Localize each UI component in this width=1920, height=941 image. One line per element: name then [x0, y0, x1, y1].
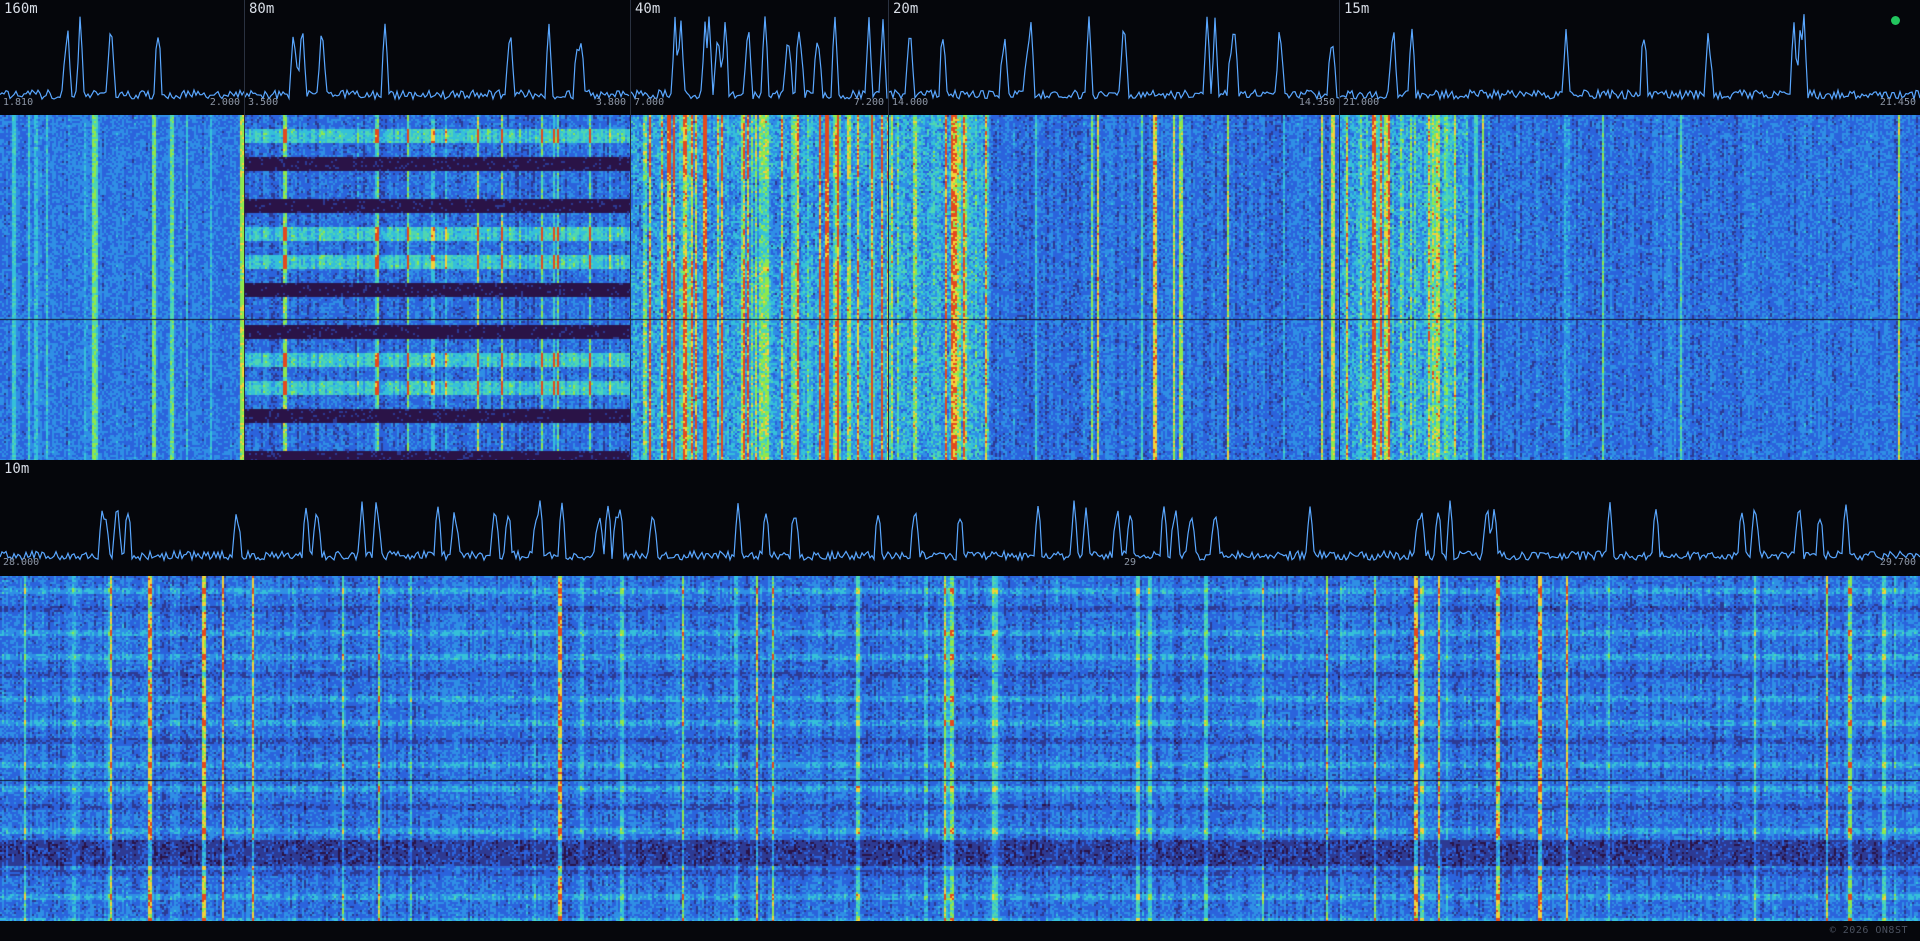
band-label: 10m — [4, 461, 30, 477]
spectrum-trace — [0, 16, 244, 101]
freq-end-label: 29.700 — [1879, 557, 1916, 568]
spectrum-trace — [631, 16, 888, 101]
spectrum-plot — [245, 0, 630, 115]
band-panel-160m[interactable]: 160m 1.810 2.000 — [0, 0, 245, 460]
band-label: 15m — [1344, 1, 1370, 17]
freq-start-label: 7.000 — [634, 97, 665, 108]
waterfall — [1340, 115, 1920, 460]
waterfall — [0, 115, 244, 460]
band-label: 80m — [249, 1, 275, 17]
freq-start-label: 28.000 — [3, 557, 40, 568]
waterfall-app: 160m 1.810 2.000 80m 3.500 3.800 40m 7.0… — [0, 0, 1920, 941]
waterfall — [245, 115, 630, 460]
spectrum-trace — [0, 500, 1920, 563]
freq-end-label: 14.350 — [1298, 97, 1335, 108]
band-panel-20m[interactable]: 20m 14.000 14.350 — [889, 0, 1340, 460]
spectrum-plot — [889, 0, 1339, 115]
spectrum-plot — [631, 0, 888, 115]
waterfall — [0, 576, 1920, 921]
freq-start-label: 21.000 — [1343, 97, 1380, 108]
spectrum-plot — [0, 460, 1920, 576]
ten-meter-row: 10m 28.000 29 29.700 — [0, 460, 1920, 921]
freq-start-label: 1.810 — [3, 97, 34, 108]
band-panel-15m[interactable]: 15m 21.000 21.450 — [1340, 0, 1920, 460]
freq-end-label: 21.450 — [1879, 97, 1916, 108]
freq-end-label: 3.800 — [595, 97, 626, 108]
footer: © 2026 ON8ST — [0, 921, 1920, 941]
freq-start-label: 3.500 — [248, 97, 279, 108]
spectrum-trace — [245, 23, 630, 101]
freq-end-label: 7.200 — [853, 97, 884, 108]
hf-bands-row: 160m 1.810 2.000 80m 3.500 3.800 40m 7.0… — [0, 0, 1920, 460]
band-panel-80m[interactable]: 80m 3.500 3.800 — [245, 0, 631, 460]
band-label: 20m — [893, 1, 919, 17]
spectrum-plot — [0, 0, 244, 115]
band-panel-10m[interactable]: 10m 28.000 29 29.700 — [0, 460, 1920, 921]
spectrum-trace — [1340, 14, 1920, 102]
spectrum-trace — [889, 16, 1339, 101]
freq-mid-label: 29 — [1123, 557, 1137, 568]
band-label: 160m — [4, 1, 38, 17]
waterfall — [631, 115, 888, 460]
spectrum-plot — [1340, 0, 1920, 115]
band-label: 40m — [635, 1, 661, 17]
band-panel-40m[interactable]: 40m 7.000 7.200 — [631, 0, 889, 460]
copyright-text: © 2026 ON8ST — [1829, 925, 1908, 936]
freq-start-label: 14.000 — [892, 97, 929, 108]
status-indicator — [1891, 16, 1900, 25]
waterfall — [889, 115, 1339, 460]
freq-end-label: 2.000 — [209, 97, 240, 108]
